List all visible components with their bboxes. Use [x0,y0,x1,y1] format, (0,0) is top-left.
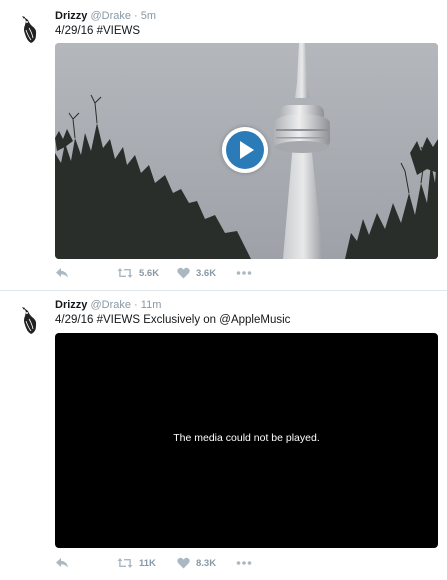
video-player[interactable]: The media could not be played. [55,333,438,548]
like-button[interactable]: 8.3K [177,555,216,571]
heart-icon [177,557,190,569]
retweet-count: 11K [139,557,156,569]
reply-icon [56,268,68,278]
retweet-icon [117,558,133,568]
like-button[interactable]: 3.6K [177,265,216,281]
reply-button[interactable] [55,265,69,281]
timeline: Drizzy @Drake · 5m 4/29/16 #VIEWS 5.6K 3… [0,0,447,580]
like-count: 8.3K [196,557,217,569]
retweet-count: 5.6K [139,267,160,279]
play-icon [240,141,254,159]
timestamp[interactable]: 11m [141,299,162,311]
retweet-button[interactable]: 11K [117,555,156,571]
more-button[interactable] [236,555,252,571]
avatar[interactable] [14,305,46,337]
separator: · [134,10,138,22]
username[interactable]: @Drake [90,10,131,22]
username[interactable]: @Drake [90,299,131,311]
heart-icon [177,267,190,279]
owl-logo-icon [22,307,37,334]
tweet-text: 4/29/16 #VIEWS Exclusively on @AppleMusi… [55,314,291,326]
media-error-message: The media could not be played. [173,432,320,444]
owl-logo-icon [22,16,37,43]
tweet-text: 4/29/16 #VIEWS [55,25,141,37]
retweet-icon [117,268,133,278]
like-count: 3.6K [196,267,217,279]
tweet[interactable]: Drizzy @Drake · 5m 4/29/16 #VIEWS 5.6K 3… [0,0,447,291]
video-player[interactable] [55,43,438,259]
display-name[interactable]: Drizzy [55,10,87,22]
reply-icon [56,558,68,568]
play-button[interactable] [222,127,268,173]
more-icon [236,271,252,275]
display-name[interactable]: Drizzy [55,299,87,311]
reply-button[interactable] [55,555,69,571]
separator: · [134,299,138,311]
tweet-header: Drizzy @Drake · 11m [55,298,161,312]
timestamp[interactable]: 5m [141,10,156,22]
more-icon [236,561,252,565]
avatar[interactable] [14,14,46,46]
more-button[interactable] [236,265,252,281]
retweet-button[interactable]: 5.6K [117,265,159,281]
tweet[interactable]: Drizzy @Drake · 11m 4/29/16 #VIEWS Exclu… [0,291,447,580]
tweet-header: Drizzy @Drake · 5m [55,9,156,23]
